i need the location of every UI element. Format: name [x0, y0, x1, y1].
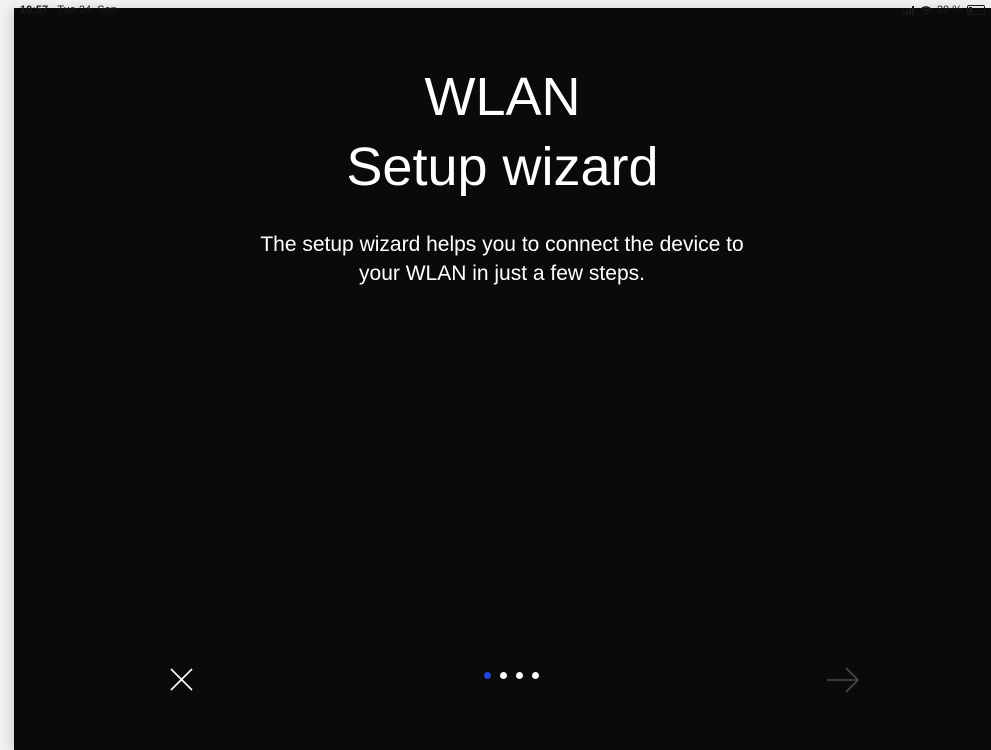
battery-percent: 20 %	[936, 4, 962, 16]
wifi-icon	[920, 5, 932, 15]
page-dot-2[interactable]	[500, 672, 507, 679]
close-button[interactable]	[166, 666, 198, 694]
description-line-1: The setup wizard helps you to connect th…	[260, 233, 744, 256]
battery-icon	[967, 5, 985, 15]
page-dot-1[interactable]	[484, 672, 491, 679]
title-setup-wizard: Setup wizard	[346, 137, 659, 197]
title-wlan: WLAN	[424, 67, 581, 127]
arrow-right-icon	[827, 667, 860, 693]
status-date-text: Tue 24. Sep	[57, 4, 117, 16]
signal-icon	[902, 5, 915, 15]
next-button[interactable]	[824, 664, 862, 696]
description-line-2: your WLAN in just a few steps.	[359, 262, 645, 285]
close-icon	[170, 668, 193, 691]
description: The setup wizard helps you to connect th…	[202, 230, 802, 288]
page-dot-4[interactable]	[532, 672, 539, 679]
wizard-screen: WLAN Setup wizard The setup wizard helps…	[14, 8, 991, 750]
status-bar: 10:57 Tue 24. Sep 20 %	[0, 0, 991, 20]
status-time: 10:57 Tue 24. Sep	[20, 4, 117, 16]
status-indicators: 20 %	[902, 4, 985, 16]
status-time-text: 10:57	[20, 4, 49, 16]
page-dot-3[interactable]	[516, 672, 523, 679]
page-indicator	[484, 672, 539, 679]
